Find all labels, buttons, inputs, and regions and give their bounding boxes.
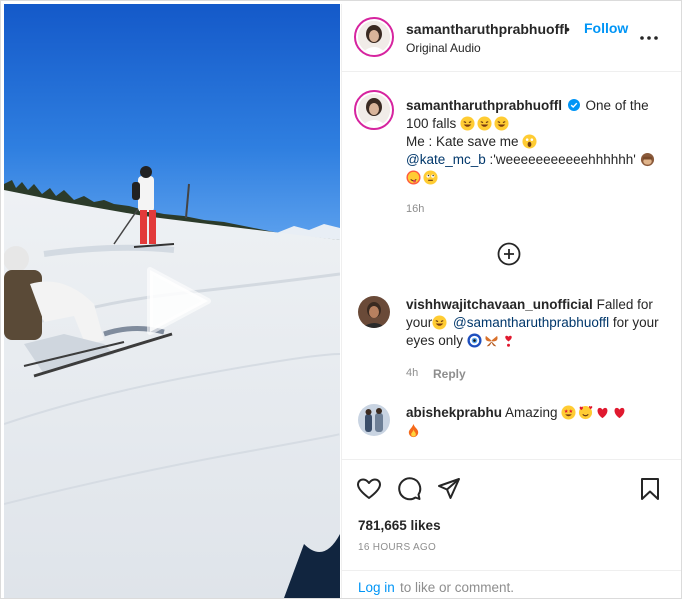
commenter-photo-icon [358,404,390,436]
plus-circle-icon[interactable] [497,242,521,266]
caption-mention-link[interactable]: @kate_mc_b [406,152,486,167]
share-icon[interactable] [436,476,462,502]
commenter-avatar[interactable] [358,404,390,436]
caption-username[interactable]: samantharuthprabhuoffl [406,98,562,113]
likes-count[interactable]: 781,665 likes [358,518,441,533]
login-link[interactable]: Log in [358,580,395,595]
comment-text: Amazing [505,405,558,420]
header-separator: • [565,21,570,37]
follow-button[interactable]: Follow [584,20,628,36]
profile-photo-icon [358,21,390,53]
comment-item: vishhwajitchavaan_unofficial Falled for … [406,296,668,350]
grinning-sweat-emoji-icon [477,116,492,131]
grinning-sweat-emoji-icon [432,315,447,330]
post-timestamp: 16 HOURS AGO [358,542,437,553]
see-no-evil-monkey-icon [640,152,654,167]
smiling-hearts-emoji-icon [579,405,593,420]
commenter-photo-icon [358,296,390,328]
post-video[interactable] [4,4,340,598]
screaming-face-emoji-icon [522,134,537,149]
comment-time: 4h [406,367,419,379]
fire-emoji-icon [408,423,419,438]
post-details-pane: samantharuthprabhuoffl • Follow Original… [341,4,681,599]
caption-time: 16h [406,203,425,215]
nazar-amulet-emoji-icon [467,333,482,348]
play-icon[interactable] [142,266,212,336]
audio-label[interactable]: Original Audio [406,41,481,55]
star-struck-emoji-icon [561,405,576,420]
grinning-sweat-emoji-icon [460,116,475,131]
login-prompt: Log in to like or comment. [342,570,681,599]
butterfly-emoji-icon [485,335,498,347]
more-options-icon[interactable] [639,28,659,48]
caption-text-3: :'weeeeeeeeeeehhhhhh' [489,152,636,167]
heart-exclamation-emoji-icon [505,335,512,347]
header-username[interactable]: samantharuthprabhuoffl [406,21,568,37]
commenter-avatar[interactable] [358,296,390,328]
comment-username[interactable]: vishhwajitchavaan_unofficial [406,297,593,312]
red-heart-emoji-icon [597,407,608,419]
post-caption: samantharuthprabhuoffl One of the 100 fa… [406,97,668,187]
login-text: to like or comment. [400,580,515,595]
winking-tongue-emoji-icon [406,170,421,185]
reply-button[interactable]: Reply [433,367,466,381]
grinning-sweat-emoji-icon [494,116,509,131]
comment-username[interactable]: abishekprabhu [406,405,502,420]
caption-avatar[interactable] [354,90,394,130]
post-actions: 781,665 likes 16 HOURS AGO Log in to lik… [342,459,681,599]
comment-item: abishekprabhu Amazing [406,404,668,440]
red-heart-emoji-icon [614,407,625,419]
caption-line-2: Me : Kate save me [406,134,519,149]
post-header: samantharuthprabhuoffl • Follow Original… [342,4,681,72]
comment-mention-link[interactable]: @samantharuthprabhuoffl [453,315,609,330]
eye-roll-emoji-icon [423,170,438,185]
comment-icon[interactable] [396,476,422,502]
verified-badge-icon [567,99,580,111]
profile-photo-icon [358,94,390,126]
heart-icon[interactable] [356,476,382,502]
avatar[interactable] [354,17,394,57]
bookmark-icon[interactable] [637,476,663,502]
instagram-post-modal: samantharuthprabhuoffl • Follow Original… [0,0,682,599]
